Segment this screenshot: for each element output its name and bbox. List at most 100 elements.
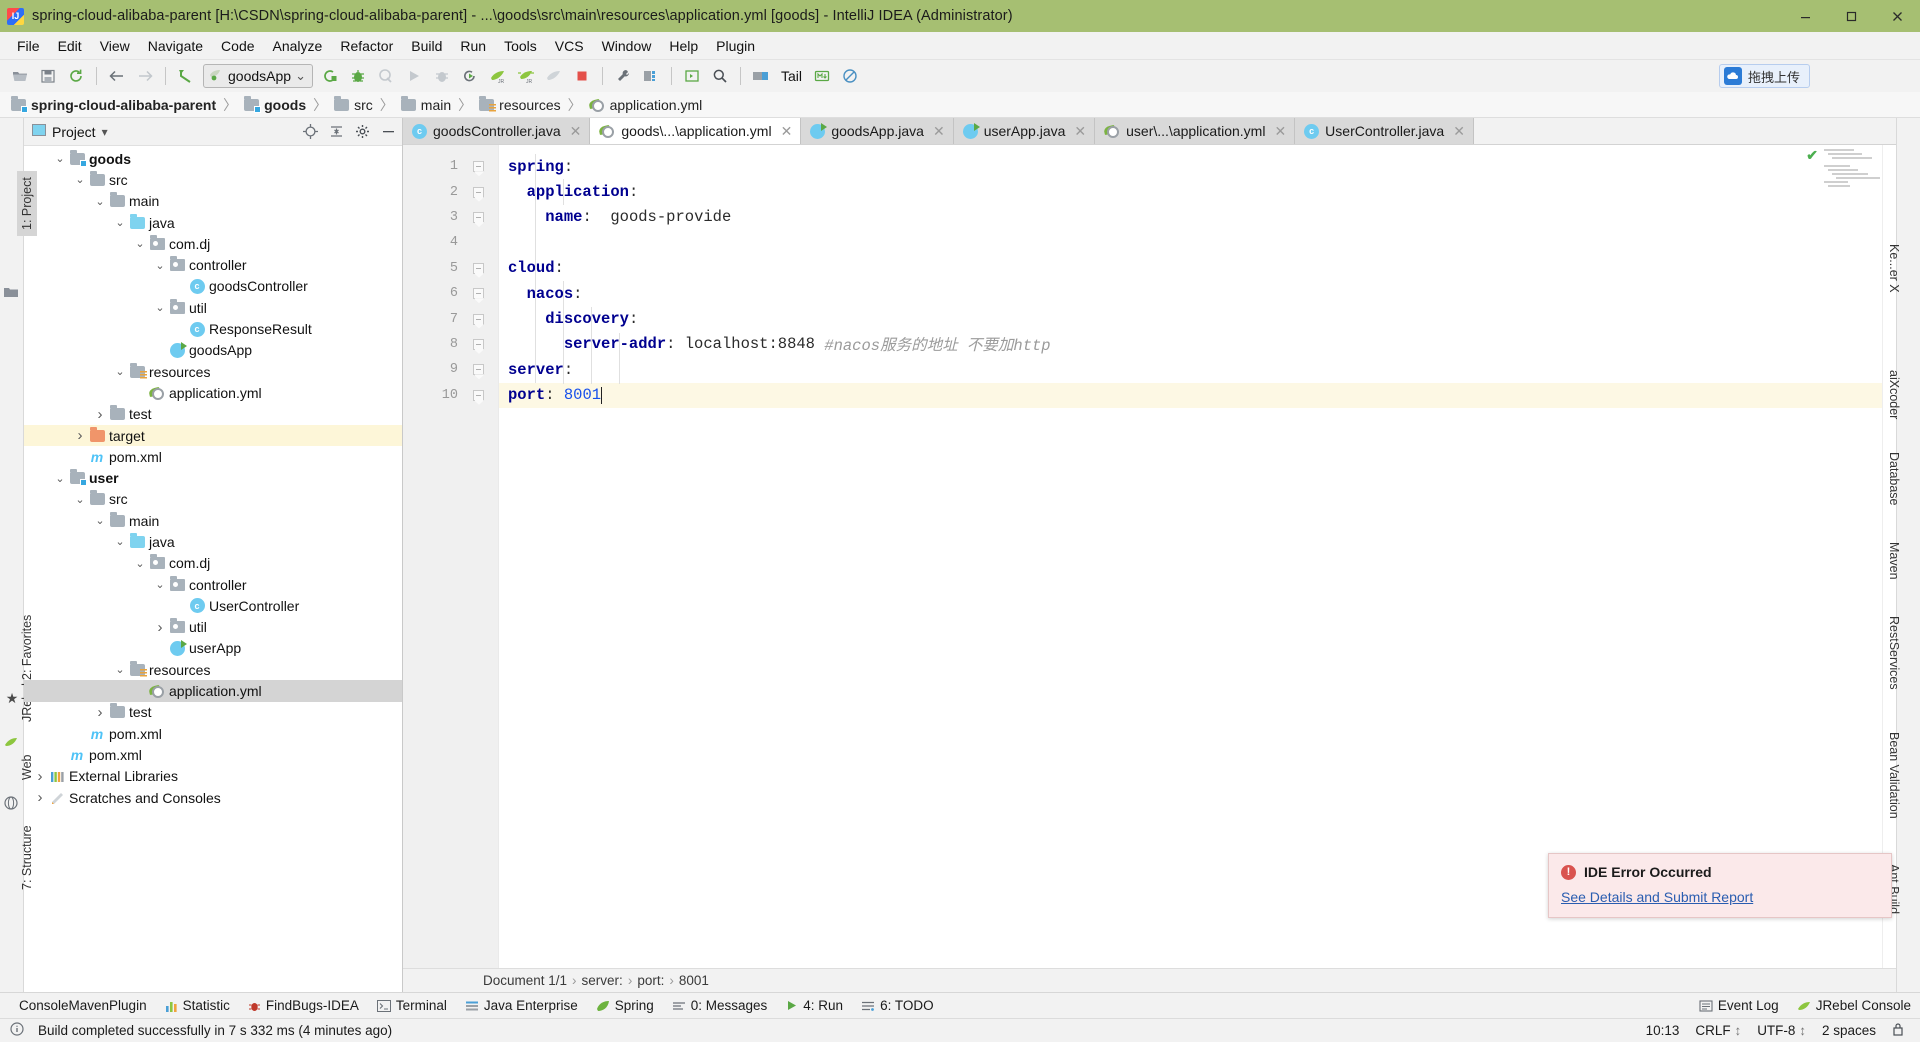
chevron-down-icon[interactable]: ⌄ xyxy=(112,365,128,378)
chevron-right-icon[interactable]: › xyxy=(92,704,108,721)
chevron-down-icon[interactable]: ⌄ xyxy=(52,152,68,165)
gutter-line[interactable]: 10 xyxy=(403,383,498,408)
tree-item-util[interactable]: ⌄ util xyxy=(24,297,402,318)
minimize-button[interactable] xyxy=(1782,0,1828,32)
line-separator[interactable]: CRLF ↕ xyxy=(1687,1021,1749,1040)
settings-gear-icon[interactable] xyxy=(352,122,372,142)
tool-window-4-run[interactable]: 4: Run xyxy=(776,996,852,1015)
gutter-line[interactable]: 3 xyxy=(403,205,498,230)
rail-tab-aixcoder[interactable]: aiXcoder xyxy=(1884,364,1904,425)
project-structure-icon[interactable] xyxy=(639,64,663,88)
close-icon[interactable]: ✕ xyxy=(1274,123,1286,140)
gutter-line[interactable]: 1 xyxy=(403,154,498,179)
rail-tab-restservices[interactable]: RestServices xyxy=(1884,610,1904,696)
close-button[interactable] xyxy=(1874,0,1920,32)
tool-window-terminal[interactable]: Terminal xyxy=(368,996,456,1015)
tool-window-statistic[interactable]: Statistic xyxy=(156,996,239,1015)
gutter-line[interactable]: 4 xyxy=(403,230,498,255)
locate-target-icon[interactable] xyxy=(300,122,320,142)
lock-icon[interactable] xyxy=(1884,1020,1912,1041)
tree-item-usercontroller[interactable]: c UserController xyxy=(24,595,402,616)
jrebel-run-icon[interactable]: JR xyxy=(486,64,510,88)
close-icon[interactable]: ✕ xyxy=(570,123,582,140)
rail-tab-keyserver[interactable]: Ke...er X xyxy=(1884,238,1904,299)
code-line-8[interactable]: server-addr: localhost:8848 #nacos服务的地址 … xyxy=(499,332,1882,357)
tree-item-goods[interactable]: ⌄ goods xyxy=(24,148,402,169)
menu-item-edit[interactable]: Edit xyxy=(49,35,91,57)
sync-refresh-icon[interactable] xyxy=(64,64,88,88)
tree-item-main[interactable]: ⌄ main xyxy=(24,510,402,531)
code-line-9[interactable]: server: xyxy=(499,357,1882,382)
code-line-1[interactable]: spring: xyxy=(499,154,1882,179)
run-configuration-selector[interactable]: goodsApp ⌄ xyxy=(203,64,313,88)
chevron-down-icon[interactable]: ⌄ xyxy=(152,259,168,272)
code-line-2[interactable]: application: xyxy=(499,179,1882,204)
project-tree[interactable]: ⌄ goods ⌄ src ⌄ main ⌄ java ⌄ com.dj ⌄ controller c g… xyxy=(24,146,402,992)
document-index[interactable]: Document 1/1 xyxy=(483,973,567,988)
tool-window-jrebel-console[interactable]: JRebel Console xyxy=(1788,996,1920,1015)
tree-item-test[interactable]: › test xyxy=(24,702,402,723)
fold-marker-icon[interactable] xyxy=(458,211,498,223)
search-icon[interactable] xyxy=(708,64,732,88)
tool-window-6-todo[interactable]: 6: TODO xyxy=(852,996,943,1015)
gutter-line[interactable]: 6 xyxy=(403,281,498,306)
close-icon[interactable]: ✕ xyxy=(933,123,945,140)
ide-icon[interactable] xyxy=(680,64,704,88)
maximize-button[interactable] xyxy=(1828,0,1874,32)
code-line-5[interactable]: cloud: xyxy=(499,256,1882,281)
tree-item-controller[interactable]: ⌄ controller xyxy=(24,254,402,275)
editor-gutter[interactable]: 1 2 3 4 5 6 7 8 9 10 xyxy=(403,145,499,968)
gutter-line[interactable]: 2 xyxy=(403,179,498,204)
tree-item-pom-xml[interactable]: m pom.xml xyxy=(24,446,402,467)
chevron-down-icon[interactable]: ⌄ xyxy=(72,173,88,186)
editor-code-lines[interactable]: spring: application: name: goods-provide… xyxy=(499,145,1882,968)
tree-item-application-yml[interactable]: application.yml xyxy=(24,680,402,702)
tree-item-src[interactable]: ⌄ src xyxy=(24,169,402,190)
chevron-down-icon[interactable]: ⌄ xyxy=(112,663,128,676)
jrebel-debug-icon[interactable]: JR xyxy=(514,64,538,88)
editor-tab-goodscontroller-java[interactable]: c goodsController.java ✕ xyxy=(403,118,591,144)
close-icon[interactable]: ✕ xyxy=(1453,123,1465,140)
editor-tab-goodsapp-java[interactable]: goodsApp.java ✕ xyxy=(801,118,954,144)
markdown-icon[interactable] xyxy=(810,64,834,88)
tree-item-com-dj[interactable]: ⌄ com.dj xyxy=(24,553,402,574)
tree-item-util[interactable]: › util xyxy=(24,617,402,638)
tree-item-resources[interactable]: ⌄ resources xyxy=(24,659,402,680)
attach-icon[interactable] xyxy=(430,64,454,88)
chevron-down-icon[interactable]: ⌄ xyxy=(152,301,168,314)
terminal-icon[interactable] xyxy=(749,64,773,88)
chevron-right-icon[interactable]: › xyxy=(32,768,48,785)
breadcrumb-item-main[interactable]: main xyxy=(398,95,454,114)
open-folder-icon[interactable] xyxy=(8,64,32,88)
chevron-down-icon[interactable]: ⌄ xyxy=(295,68,306,84)
code-line-3[interactable]: name: goods-provide xyxy=(499,205,1882,230)
run-icon[interactable] xyxy=(402,64,426,88)
menu-item-file[interactable]: File xyxy=(8,35,49,57)
chevron-down-icon[interactable]: ⌄ xyxy=(72,493,88,506)
menu-item-analyze[interactable]: Analyze xyxy=(264,35,332,57)
menu-item-vcs[interactable]: VCS xyxy=(546,35,593,57)
gutter-line[interactable]: 7 xyxy=(403,306,498,331)
chevron-down-icon[interactable]: ⌄ xyxy=(152,578,168,591)
breadcrumb-item-resources[interactable]: resources xyxy=(476,95,563,114)
code-editor[interactable]: 1 2 3 4 5 6 7 8 9 10 spring: application: name: g… xyxy=(403,145,1896,968)
rail-tab-beanvalidation[interactable]: Bean Validation xyxy=(1884,726,1904,825)
breadcrumb-item-src[interactable]: src xyxy=(331,95,376,114)
tree-item-scratches-and-consoles[interactable]: › Scratches and Consoles xyxy=(24,787,402,808)
chevron-right-icon[interactable]: › xyxy=(72,427,88,444)
fold-marker-icon[interactable] xyxy=(458,161,498,173)
gutter-line[interactable]: 8 xyxy=(403,332,498,357)
tree-item-src[interactable]: ⌄ src xyxy=(24,489,402,510)
tree-item-external-libraries[interactable]: › External Libraries xyxy=(24,766,402,787)
coverage-icon[interactable] xyxy=(374,64,398,88)
settings-wrench-icon[interactable] xyxy=(611,64,635,88)
run-with-coverage-icon[interactable] xyxy=(458,64,482,88)
menu-item-navigate[interactable]: Navigate xyxy=(139,35,212,57)
disable-icon[interactable] xyxy=(838,64,862,88)
debug-bug-icon[interactable] xyxy=(346,64,370,88)
chevron-down-icon[interactable]: ⌄ xyxy=(52,472,68,485)
notification-details-link[interactable]: See Details and Submit Report xyxy=(1561,889,1753,905)
close-icon[interactable]: ✕ xyxy=(781,123,793,140)
menu-item-run[interactable]: Run xyxy=(451,35,495,57)
code-line-7[interactable]: discovery: xyxy=(499,306,1882,331)
